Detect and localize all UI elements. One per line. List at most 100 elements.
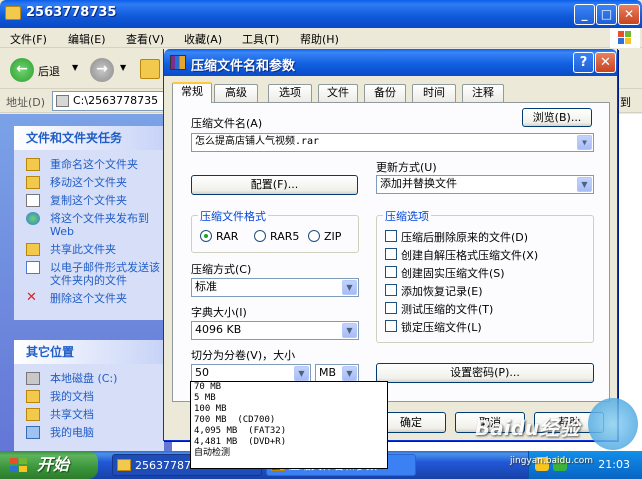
- option-label[interactable]: 测试压缩的文件(T): [401, 301, 493, 317]
- file-tasks-header[interactable]: 文件和文件夹任务: [14, 126, 164, 150]
- back-arrow-icon[interactable]: ←: [10, 58, 34, 82]
- place-shared-documents[interactable]: 共享文档: [14, 408, 164, 421]
- checkbox-recovery[interactable]: [385, 284, 397, 296]
- goto-label[interactable]: 到: [620, 94, 631, 110]
- dropdown-option[interactable]: 4,095 MB (FAT32): [191, 426, 387, 437]
- task-publish[interactable]: 将这个文件夹发布到 Web: [14, 212, 164, 238]
- tab-comment[interactable]: 注释: [462, 84, 504, 102]
- checkbox-lock[interactable]: [385, 320, 397, 332]
- menu-help[interactable]: 帮助(H): [300, 31, 339, 47]
- other-places-header[interactable]: 其它位置: [14, 340, 164, 364]
- task-rename[interactable]: 重命名这个文件夹: [14, 158, 164, 171]
- set-password-button[interactable]: 设置密码(P)...: [376, 363, 594, 383]
- task-email[interactable]: 以电子邮件形式发送该文件夹内的文件: [14, 261, 164, 287]
- folder-icon: [117, 459, 131, 471]
- task-label: 共享此文件夹: [50, 243, 116, 256]
- tab-general[interactable]: 常规: [172, 82, 212, 103]
- task-move[interactable]: 移动这个文件夹: [14, 176, 164, 189]
- chevron-down-icon[interactable]: ▼: [72, 63, 78, 72]
- checkbox-solid[interactable]: [385, 266, 397, 278]
- maximize-button[interactable]: □: [596, 4, 617, 25]
- place-local-disk[interactable]: 本地磁盘 (C:): [14, 372, 164, 385]
- browse-button[interactable]: 浏览(B)...: [522, 108, 592, 127]
- help-icon[interactable]: ?: [573, 52, 594, 73]
- place-label: 我的电脑: [50, 426, 94, 439]
- chevron-down-icon[interactable]: ▼: [294, 366, 309, 381]
- dict-label: 字典大小(I): [191, 306, 247, 319]
- place-my-documents[interactable]: 我的文档: [14, 390, 164, 403]
- security-shield-icon[interactable]: [535, 457, 549, 471]
- split-size-dropdown: 70 MB 5 MB 100 MB 700 MB (CD700) 4,095 M…: [190, 381, 388, 469]
- computer-icon: [26, 426, 40, 439]
- address-input[interactable]: C:\2563778735: [52, 91, 172, 111]
- chevron-down-icon[interactable]: ▼: [342, 366, 357, 381]
- radio-rar-label[interactable]: RAR: [216, 230, 238, 243]
- cancel-button[interactable]: 取消: [455, 412, 525, 433]
- chevron-down-icon[interactable]: ▼: [342, 280, 357, 295]
- place-my-computer[interactable]: 我的电脑: [14, 426, 164, 439]
- radio-rar[interactable]: [200, 230, 212, 242]
- help-button[interactable]: 帮助: [534, 412, 604, 433]
- menu-file[interactable]: 文件(F): [10, 31, 47, 47]
- start-button[interactable]: 开始: [0, 451, 98, 479]
- dialog-titlebar[interactable]: 压缩文件名和参数 ? ✕: [164, 49, 617, 76]
- task-copy[interactable]: 复制这个文件夹: [14, 194, 164, 207]
- method-select[interactable]: 标准 ▼: [191, 278, 359, 297]
- explorer-titlebar[interactable]: 2563778735 _ □ ✕: [0, 0, 642, 28]
- option-label[interactable]: 创建自解压格式压缩文件(X): [401, 247, 538, 263]
- task-sidebar: 文件和文件夹任务 重命名这个文件夹 移动这个文件夹 复制这个文件夹 将这个文件夹…: [0, 114, 172, 459]
- chevron-down-icon[interactable]: ▼: [577, 135, 592, 150]
- dropdown-option[interactable]: 自动检测: [191, 448, 387, 459]
- back-label[interactable]: 后退: [38, 63, 60, 79]
- close-button[interactable]: ✕: [618, 4, 640, 25]
- menu-edit[interactable]: 编辑(E): [68, 31, 106, 47]
- task-share[interactable]: 共享此文件夹: [14, 243, 164, 256]
- tab-time[interactable]: 时间: [412, 84, 456, 102]
- option-label[interactable]: 创建固实压缩文件(S): [401, 265, 505, 281]
- winrar-icon: [170, 55, 186, 70]
- dropdown-option[interactable]: 5 MB: [191, 393, 387, 404]
- explorer-title: 2563778735: [26, 5, 117, 20]
- dropdown-option[interactable]: 4,481 MB (DVD+R): [191, 437, 387, 448]
- tab-files[interactable]: 文件: [318, 84, 358, 102]
- tab-advanced[interactable]: 高级: [214, 84, 258, 102]
- tab-options[interactable]: 选项: [268, 84, 312, 102]
- option-label[interactable]: 添加恢复记录(E): [401, 283, 483, 299]
- chevron-down-icon[interactable]: ▼: [577, 177, 592, 192]
- task-delete[interactable]: ✕ 删除这个文件夹: [14, 291, 164, 305]
- network-icon[interactable]: [553, 457, 567, 471]
- task-label: 重命名这个文件夹: [50, 158, 138, 171]
- minimize-button[interactable]: _: [574, 4, 595, 25]
- forward-arrow-icon[interactable]: →: [90, 58, 114, 82]
- folder-up-icon[interactable]: [140, 59, 160, 79]
- radio-zip[interactable]: [308, 230, 320, 242]
- dropdown-option[interactable]: 700 MB (CD700): [191, 415, 387, 426]
- chevron-down-icon[interactable]: ▼: [342, 323, 357, 338]
- clock[interactable]: 21:03: [598, 458, 630, 471]
- radio-rar5-label[interactable]: RAR5: [270, 230, 299, 243]
- place-label: 本地磁盘 (C:): [50, 372, 118, 385]
- close-icon[interactable]: ✕: [595, 52, 616, 73]
- start-label: 开始: [37, 455, 70, 474]
- format-group-title: 压缩文件格式: [198, 208, 268, 224]
- option-label[interactable]: 锁定压缩文件(L): [401, 319, 482, 335]
- option-label[interactable]: 压缩后删除原来的文件(D): [401, 229, 528, 245]
- radio-zip-label[interactable]: ZIP: [324, 230, 341, 243]
- checkbox-test[interactable]: [385, 302, 397, 314]
- checkbox-delete-after[interactable]: [385, 230, 397, 242]
- profile-button[interactable]: 配置(F)...: [191, 175, 358, 195]
- dropdown-option[interactable]: 70 MB: [191, 382, 387, 393]
- chevron-down-icon[interactable]: ▼: [120, 63, 126, 72]
- update-mode-select[interactable]: 添加并替换文件 ▼: [376, 175, 594, 194]
- radio-rar5[interactable]: [254, 230, 266, 242]
- tab-backup[interactable]: 备份: [364, 84, 406, 102]
- menu-view[interactable]: 查看(V): [126, 31, 164, 47]
- archive-name-input[interactable]: 怎么提高店铺人气视频.rar ▼: [191, 133, 594, 152]
- menu-tools[interactable]: 工具(T): [242, 31, 279, 47]
- dict-value: 4096 KB: [195, 323, 242, 336]
- move-icon: [26, 176, 40, 189]
- dropdown-option[interactable]: 100 MB: [191, 404, 387, 415]
- checkbox-sfx[interactable]: [385, 248, 397, 260]
- dict-select[interactable]: 4096 KB ▼: [191, 321, 359, 340]
- menu-favorites[interactable]: 收藏(A): [184, 31, 222, 47]
